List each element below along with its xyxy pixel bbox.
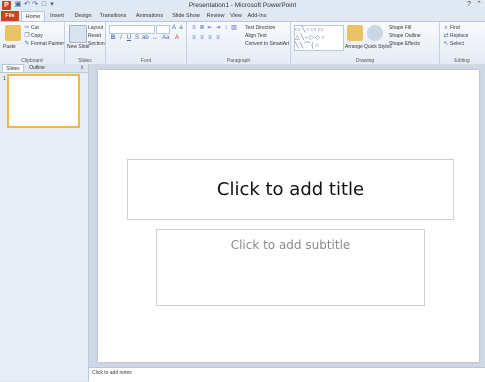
new-slide-button[interactable]: New Slide [67,44,90,50]
increase-indent-icon[interactable]: ⇥ [215,25,221,31]
copy-button[interactable]: Copy [31,33,43,39]
clipboard-group: Paste ✂ Cut ❐ Copy ✎ Format Painter Clip… [0,22,65,65]
bullets-icon[interactable]: ≡ [191,25,197,31]
tab-home[interactable]: Home [21,11,45,21]
slides-panel: Slides Outline x 1 [0,64,89,381]
new-icon[interactable]: □ [40,1,48,9]
convert-smartart-button[interactable]: Convert to SmartArt [245,41,289,47]
panel-tabs: Slides Outline x [0,64,88,73]
arrange-button[interactable]: Arrange [345,44,363,50]
minimize-ribbon-button[interactable]: ⌃ [473,0,485,10]
tab-add-ins[interactable]: Add-Ins [246,11,268,21]
cut-button[interactable]: Cut [31,25,39,31]
tab-transitions[interactable]: Transitions [97,11,129,21]
shape-fill-button[interactable]: Shape Fill [389,25,411,31]
font-group: A a B I U S ab ↔ Aa A Font [106,22,187,65]
slides-group: New Slide Layout Reset Section Slides [65,22,106,65]
save-icon[interactable]: ▣ [14,1,22,9]
bold-icon[interactable]: B [110,35,116,41]
title-bar: P ▣ ↶ ↷ □ ▾ Presentation1 - Microsoft Po… [0,0,485,11]
title-placeholder-text: Click to add title [216,179,365,200]
redo-icon[interactable]: ↷ [31,1,39,9]
align-left-icon[interactable]: ≡ [191,35,197,41]
paragraph-group: ≡ ≣ ⇤ ⇥ ↕ ▥ ≡ ≡ ≡ ≡ Text Direction Align… [187,22,291,65]
subtitle-placeholder[interactable]: Click to add subtitle [156,229,425,306]
shape-effects-button[interactable]: Shape Effects [389,41,420,47]
find-icon[interactable]: ⌕ [443,25,449,31]
title-placeholder[interactable]: Click to add title [127,159,454,220]
shape-outline-button[interactable]: Shape Outline [389,33,421,39]
format-painter-button[interactable]: Format Painter [31,41,64,47]
find-button[interactable]: Find [450,25,460,31]
customize-icon[interactable]: ▾ [48,1,56,9]
align-text-button[interactable]: Align Text [245,33,267,39]
tab-animations[interactable]: Animations [133,11,166,21]
change-case-icon[interactable]: Aa [162,35,169,41]
ribbon-tabs: File Home Insert Design Transitions Anim… [0,11,485,21]
font-color-icon[interactable]: A [174,35,180,41]
notes-pane[interactable]: Click to add notes [89,367,485,382]
tab-view[interactable]: View [228,11,244,21]
tab-slide-show[interactable]: Slide Show [170,11,202,21]
subtitle-placeholder-text: Click to add subtitle [230,238,351,252]
columns-icon[interactable]: ▥ [231,25,237,31]
reset-button[interactable]: Reset [88,33,101,39]
tab-review[interactable]: Review [205,11,226,21]
font-name-dropdown[interactable] [109,25,155,34]
tab-slides[interactable]: Slides [2,64,24,72]
strikethrough-icon[interactable]: ab [142,35,149,41]
replace-button[interactable]: Replace [450,33,468,39]
tab-design[interactable]: Design [72,11,94,21]
select-icon[interactable]: ↖ [443,41,449,47]
powerpoint-app-icon[interactable]: P [2,1,11,10]
close-panel-button[interactable]: x [78,64,86,72]
align-center-icon[interactable]: ≡ [199,35,205,41]
grow-font-icon[interactable]: A [171,25,177,31]
tab-file[interactable]: File [1,11,19,21]
align-right-icon[interactable]: ≡ [207,35,213,41]
line-spacing-icon[interactable]: ↕ [223,25,229,31]
font-size-dropdown[interactable] [156,25,170,34]
shadow-icon[interactable]: S [134,35,140,41]
drawing-group: ▭╲○▭▭ △╲⌐▷◇○ ╲╲⌒{☆ Arrange Quick Styles Sh… [291,22,440,65]
shapes-gallery[interactable]: ▭╲○▭▭ △╲⌐▷◇○ ╲╲⌒{☆ [294,25,344,51]
cut-icon[interactable]: ✂ [24,25,30,31]
tab-insert[interactable]: Insert [45,11,69,21]
notes-placeholder: Click to add notes [92,370,132,376]
paste-label[interactable]: Paste [3,44,16,50]
select-button[interactable]: Select [450,41,464,47]
section-button[interactable]: Section [88,41,105,47]
editing-group: ⌕ Find ⇄ Replace ↖ Select Editing [440,22,484,65]
justify-icon[interactable]: ≡ [215,35,221,41]
tab-outline[interactable]: Outline [24,64,50,72]
numbering-icon[interactable]: ≣ [199,25,205,31]
underline-icon[interactable]: U [126,35,132,41]
char-spacing-icon[interactable]: ↔ [152,35,158,41]
new-slide-icon[interactable] [69,25,87,43]
layout-button[interactable]: Layout [88,25,103,31]
ribbon: Paste ✂ Cut ❐ Copy ✎ Format Painter Clip… [0,21,485,66]
paste-icon[interactable] [5,25,21,41]
undo-icon[interactable]: ↶ [23,1,31,9]
slide-thumbnail[interactable] [7,74,80,128]
decrease-indent-icon[interactable]: ⇤ [207,25,213,31]
window-title: Presentation1 - Microsoft PowerPoint [188,2,297,9]
format-painter-icon[interactable]: ✎ [24,41,30,47]
arrange-icon[interactable] [347,25,363,41]
copy-icon[interactable]: ❐ [24,33,30,39]
shrink-font-icon[interactable]: a [178,25,184,31]
quick-styles-button[interactable]: Quick Styles [364,44,392,50]
replace-icon[interactable]: ⇄ [443,33,449,39]
text-direction-button[interactable]: Text Direction [245,25,275,31]
italic-icon[interactable]: I [118,35,124,41]
slide-number: 1 [3,76,6,82]
quick-styles-icon[interactable] [367,25,383,41]
